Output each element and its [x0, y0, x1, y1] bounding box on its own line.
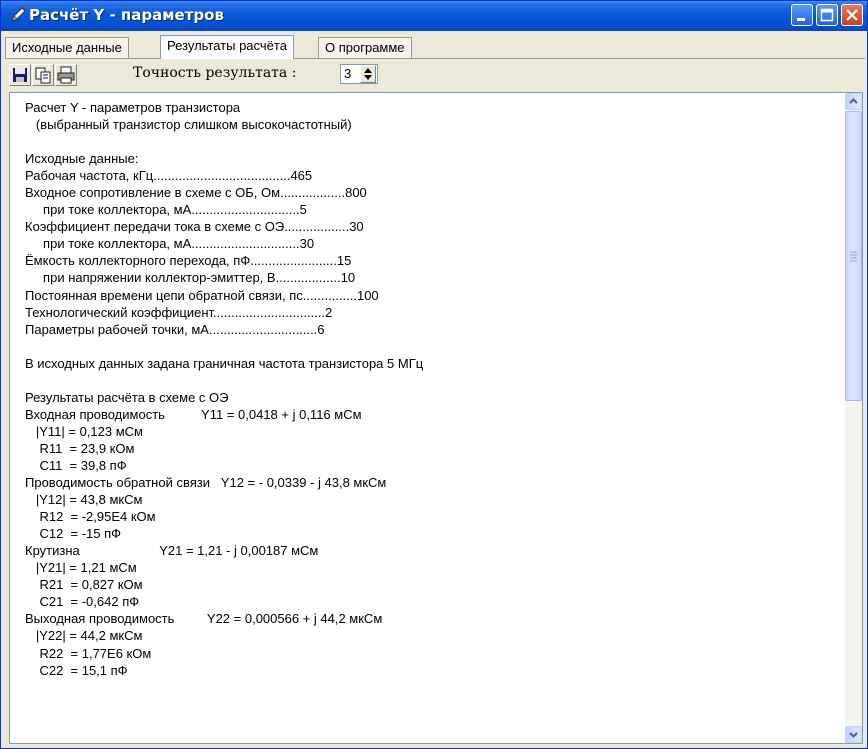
result-line	[25, 372, 835, 389]
scroll-thumb[interactable]	[845, 111, 862, 401]
result-line: C22 = 15,1 пФ	[25, 662, 128, 678]
result-line: C12 = -15 пФ	[25, 526, 122, 542]
result-line: Рабочая частота, кГц....................…	[25, 168, 313, 184]
print-button[interactable]	[55, 64, 77, 86]
result-line: при токе коллектора, мА.................…	[25, 202, 307, 218]
toolbar: Точность результата : 3	[5, 61, 865, 89]
result-line: Расчет Y - параметров транзистора	[25, 100, 241, 115]
result-line: Проводимость обратной связи Y12 = - 0,03…	[25, 475, 387, 491]
window-title: Расчёт Y - параметров	[29, 6, 224, 24]
result-line: Технологический коэффициент.............…	[25, 304, 333, 320]
result-line: R11 = 23,9 кОм	[25, 440, 135, 456]
result-line: Параметры рабочей точки, мА.............…	[25, 321, 325, 337]
scroll-down-button[interactable]	[845, 726, 862, 743]
close-icon	[846, 9, 858, 21]
tab-source-data[interactable]: Исходные данные	[5, 37, 129, 58]
result-line: R21 = 0,827 кОм	[25, 577, 143, 593]
result-line: Выходная проводимость Y22 = 0,000566 + j…	[25, 611, 383, 627]
result-line: R12 = -2,95E4 кОм	[25, 509, 156, 525]
pencil-icon	[11, 7, 26, 22]
tab-strip: Исходные данные Результаты расчёта О про…	[5, 35, 865, 59]
precision-value[interactable]: 3	[344, 66, 351, 81]
result-line: при токе коллектора, мА.................…	[25, 236, 315, 252]
vertical-scrollbar[interactable]	[845, 93, 862, 743]
result-line	[25, 133, 835, 150]
tab-divider	[5, 58, 865, 59]
result-line: |Y11| = 0,123 мСм	[25, 423, 143, 439]
results-text: Расчет Y - параметров транзистора (выбра…	[25, 99, 835, 679]
close-button[interactable]	[841, 4, 863, 26]
precision-spin-buttons[interactable]	[360, 65, 376, 83]
spin-arrows-icon	[364, 68, 372, 80]
result-line: Крутизна Y21 = 1,21 - j 0,00187 мСм	[25, 543, 319, 559]
chevron-down-icon	[849, 732, 858, 738]
result-line: В исходных данных задана граничная часто…	[25, 355, 424, 371]
tab-results[interactable]: Результаты расчёта	[160, 35, 294, 59]
result-line: при напряжении коллектор-эмиттер, В.....…	[25, 270, 356, 286]
result-line: |Y12| = 43,8 мкСм	[25, 492, 143, 508]
result-line: Ёмкость коллекторного перехода, пФ......…	[25, 253, 352, 269]
result-line: |Y21| = 1,21 мСм	[25, 560, 137, 576]
result-line: Исходные данные:	[25, 151, 139, 167]
precision-label: Точность результата :	[133, 65, 297, 81]
title-bar[interactable]: Расчёт Y - параметров	[1, 1, 867, 31]
result-line: |Y22| = 44,2 мкСм	[25, 628, 143, 644]
result-line: R22 = 1,77E6 кОм	[25, 645, 152, 661]
save-icon	[13, 68, 27, 82]
result-line: Входное сопротивление в схеме с ОБ, Ом..…	[25, 185, 367, 201]
grip-icon	[850, 251, 857, 262]
copy-icon	[35, 67, 51, 84]
result-line: Входная проводимость Y11 = 0,0418 + j 0,…	[25, 406, 362, 422]
results-textbox[interactable]: Расчет Y - параметров транзистора (выбра…	[9, 92, 863, 744]
minimize-icon	[797, 18, 805, 21]
result-line: Коэффициент передачи тока в схеме с ОЭ..…	[25, 219, 364, 235]
app-window: Расчёт Y - параметров Исходные данные Ре…	[0, 0, 868, 749]
save-button[interactable]	[9, 64, 31, 86]
print-icon	[57, 66, 75, 84]
result-line: C11 = 39,8 пФ	[25, 457, 127, 473]
result-line: Результаты расчёта в схеме с ОЭ	[25, 389, 229, 405]
tab-about[interactable]: О программе	[318, 37, 412, 58]
maximize-icon	[820, 8, 834, 22]
scroll-up-button[interactable]	[845, 93, 862, 110]
copy-button[interactable]	[32, 64, 54, 86]
result-line: Постоянная времени цепи обратной связи, …	[25, 287, 379, 303]
result-line	[25, 338, 835, 355]
result-line: (выбранный транзистор слишком высокочаст…	[25, 117, 352, 133]
maximize-button[interactable]	[816, 4, 838, 26]
chevron-up-icon	[849, 98, 858, 104]
result-line: C21 = -0,642 пФ	[25, 594, 140, 610]
minimize-button[interactable]	[791, 4, 813, 26]
